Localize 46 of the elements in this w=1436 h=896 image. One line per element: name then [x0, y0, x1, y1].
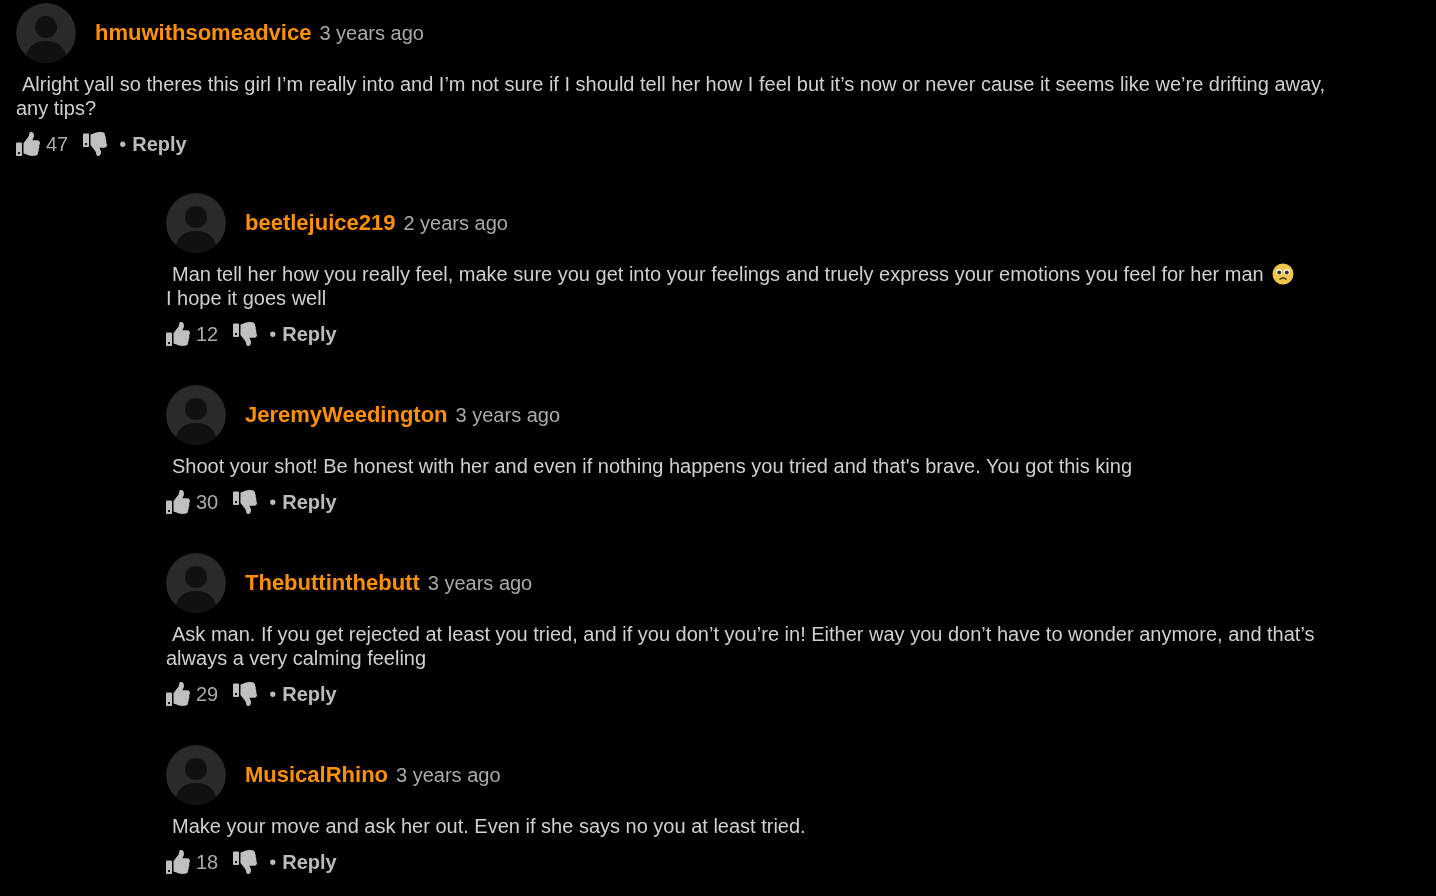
comment-time: 3 years ago: [427, 570, 533, 596]
reply-link[interactable]: Reply: [282, 847, 337, 877]
thumbs-up-icon[interactable]: [166, 490, 190, 514]
avatar-icon: [166, 553, 226, 613]
comment-time: 3 years ago: [455, 402, 561, 428]
like-count: 47: [46, 132, 69, 157]
separator-dot: •: [269, 682, 277, 707]
reply-link[interactable]: Reply: [132, 129, 187, 159]
like-count: 12: [196, 322, 219, 347]
thumbs-up-icon[interactable]: [166, 850, 190, 874]
separator-dot: •: [269, 490, 277, 515]
thumbs-up-icon[interactable]: [166, 322, 190, 346]
like-count: 29: [196, 682, 219, 707]
username-link[interactable]: JeremyWeedington: [245, 397, 448, 431]
comment-time: 3 years ago: [396, 762, 501, 788]
reply-link[interactable]: Reply: [282, 679, 337, 709]
like-count: 18: [196, 850, 219, 875]
comment-text: Man tell her how you really feel, make sure you get into your feelings and truely express your emotions you feel for her man I hope it goes well: [166, 262, 1352, 310]
thumbs-down-icon[interactable]: [233, 682, 258, 706]
username-link[interactable]: hmuwithsomeadvice: [95, 15, 312, 49]
avatar-icon: [166, 745, 226, 805]
username-link[interactable]: Thebuttinthebutt: [245, 565, 420, 599]
comment-text: Shoot your shot! Be honest with her and even if nothing happens you tried and that's brave. You got this king: [171, 454, 1134, 478]
thumbs-down-icon[interactable]: [233, 322, 258, 346]
separator-dot: •: [269, 322, 277, 347]
like-count: 30: [196, 490, 219, 515]
comment-text: Alright yall so theres this girl I’m really into and I’m not sure if I should tell her how I feel but it’s now or never cause it seems like we’re drifting away, any tips?: [16, 72, 1327, 120]
reply-link[interactable]: Reply: [282, 319, 337, 349]
username-link[interactable]: MusicalRhino: [245, 757, 388, 791]
thumbs-up-icon[interactable]: [16, 132, 40, 156]
thumbs-up-icon[interactable]: [166, 682, 190, 706]
comment-text: Ask man. If you get rejected at least you tried, and if you don’t you’re in! Either way you don’t have to wonder anymore, and that’s always a very calming feeling: [166, 622, 1316, 670]
reply-link[interactable]: Reply: [282, 487, 337, 517]
thumbs-down-icon[interactable]: [83, 132, 108, 156]
comment-text: Make your move and ask her out. Even if she says no you at least tried.: [171, 814, 807, 838]
username-link[interactable]: beetlejuice219: [245, 205, 396, 239]
pleading-face-icon: [1271, 263, 1294, 285]
separator-dot: •: [269, 850, 277, 875]
thumbs-down-icon[interactable]: [233, 850, 258, 874]
separator-dot: •: [119, 132, 127, 157]
comment-time: 3 years ago: [319, 20, 424, 46]
avatar-icon: [16, 3, 76, 63]
avatar-icon: [166, 193, 226, 253]
comment-time: 2 years ago: [403, 210, 508, 236]
thumbs-down-icon[interactable]: [233, 490, 258, 514]
avatar-icon: [166, 385, 226, 445]
